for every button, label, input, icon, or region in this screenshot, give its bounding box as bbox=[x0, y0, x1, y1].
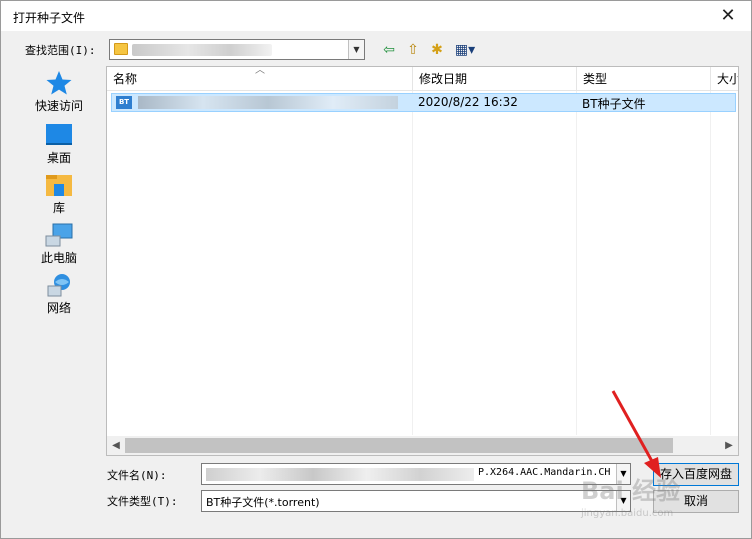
column-header-name[interactable]: 名称 bbox=[107, 67, 413, 91]
file-name-combobox[interactable]: P.X264.AAC.Mandarin.CH ▼ bbox=[201, 463, 631, 485]
scroll-left-icon[interactable]: ◀ bbox=[108, 437, 124, 454]
scroll-right-icon[interactable]: ▶ bbox=[721, 437, 737, 454]
place-this-pc[interactable]: 此电脑 bbox=[20, 222, 98, 266]
file-list-view[interactable]: ︿ 名称 修改日期 类型 大小 BT 2020/8/22 16:32 BT种子文… bbox=[106, 66, 739, 456]
file-modified-date: 2020/8/22 16:32 bbox=[418, 95, 518, 109]
place-quick-access[interactable]: 快速访问 bbox=[20, 70, 98, 114]
file-type-value: BT种子文件(*.torrent) bbox=[206, 496, 320, 509]
column-divider bbox=[576, 91, 577, 435]
horizontal-scrollbar[interactable]: ◀ ▶ bbox=[107, 436, 738, 455]
column-divider bbox=[412, 91, 413, 435]
watermark: Bai 经验 jingyan.baidu.com bbox=[581, 471, 749, 533]
up-folder-icon[interactable]: ⇧ bbox=[403, 41, 423, 59]
look-in-label: 查找范围(I): bbox=[25, 44, 96, 57]
star-icon bbox=[46, 71, 72, 95]
column-header-date[interactable]: 修改日期 bbox=[413, 67, 577, 91]
watermark-brand: Bai 经验 bbox=[581, 477, 681, 505]
file-type-label: 文件类型(T): bbox=[107, 495, 178, 508]
folder-icon bbox=[114, 43, 128, 55]
scrollbar-thumb[interactable] bbox=[125, 438, 673, 453]
new-folder-icon[interactable]: ✱ bbox=[427, 41, 447, 59]
file-type-combobox[interactable]: BT种子文件(*.torrent) ▼ bbox=[201, 490, 631, 512]
look-in-path-redacted bbox=[132, 44, 272, 56]
back-icon[interactable]: ⇦ bbox=[379, 41, 399, 59]
file-type: BT种子文件 bbox=[582, 97, 646, 111]
computer-icon bbox=[45, 223, 73, 247]
column-divider bbox=[710, 91, 711, 435]
library-icon bbox=[46, 175, 72, 196]
column-header-type[interactable]: 类型 bbox=[577, 67, 711, 91]
torrent-file-icon: BT bbox=[116, 96, 132, 109]
close-icon[interactable]: ✕ bbox=[713, 3, 743, 29]
desktop-icon bbox=[46, 124, 72, 145]
places-bar: 快速访问 桌面 库 此电脑 网络 bbox=[20, 66, 98, 456]
place-desktop[interactable]: 桌面 bbox=[20, 122, 98, 166]
place-label: 网络 bbox=[46, 301, 71, 315]
watermark-url: jingyan.baidu.com bbox=[581, 508, 674, 519]
look-in-combobox[interactable]: ▼ bbox=[109, 39, 365, 60]
file-name-value-redacted bbox=[206, 468, 474, 481]
place-label: 快速访问 bbox=[34, 99, 83, 113]
column-header-row: ︿ 名称 修改日期 类型 大小 bbox=[107, 67, 738, 91]
dialog-title: 打开种子文件 bbox=[13, 11, 86, 25]
column-header-size[interactable]: 大小 bbox=[711, 67, 738, 91]
network-icon bbox=[47, 274, 70, 297]
place-library[interactable]: 库 bbox=[20, 172, 98, 216]
open-torrent-dialog: 打开种子文件 ✕ 查找范围(I): ▼ ⇦ ⇧ ✱ ▦▾ 快速访问 桌面 库 此… bbox=[0, 0, 752, 539]
place-network[interactable]: 网络 bbox=[20, 272, 98, 316]
chevron-down-icon[interactable]: ▼ bbox=[348, 40, 364, 59]
file-name-redacted bbox=[138, 96, 398, 109]
place-label: 桌面 bbox=[46, 151, 71, 165]
file-name-label: 文件名(N): bbox=[107, 469, 167, 482]
place-label: 此电脑 bbox=[40, 251, 77, 265]
file-row-selected[interactable]: BT 2020/8/22 16:32 BT种子文件 bbox=[111, 93, 736, 112]
title-bar: 打开种子文件 ✕ bbox=[1, 1, 751, 31]
view-menu-icon[interactable]: ▦▾ bbox=[451, 41, 479, 59]
place-label: 库 bbox=[52, 201, 65, 215]
